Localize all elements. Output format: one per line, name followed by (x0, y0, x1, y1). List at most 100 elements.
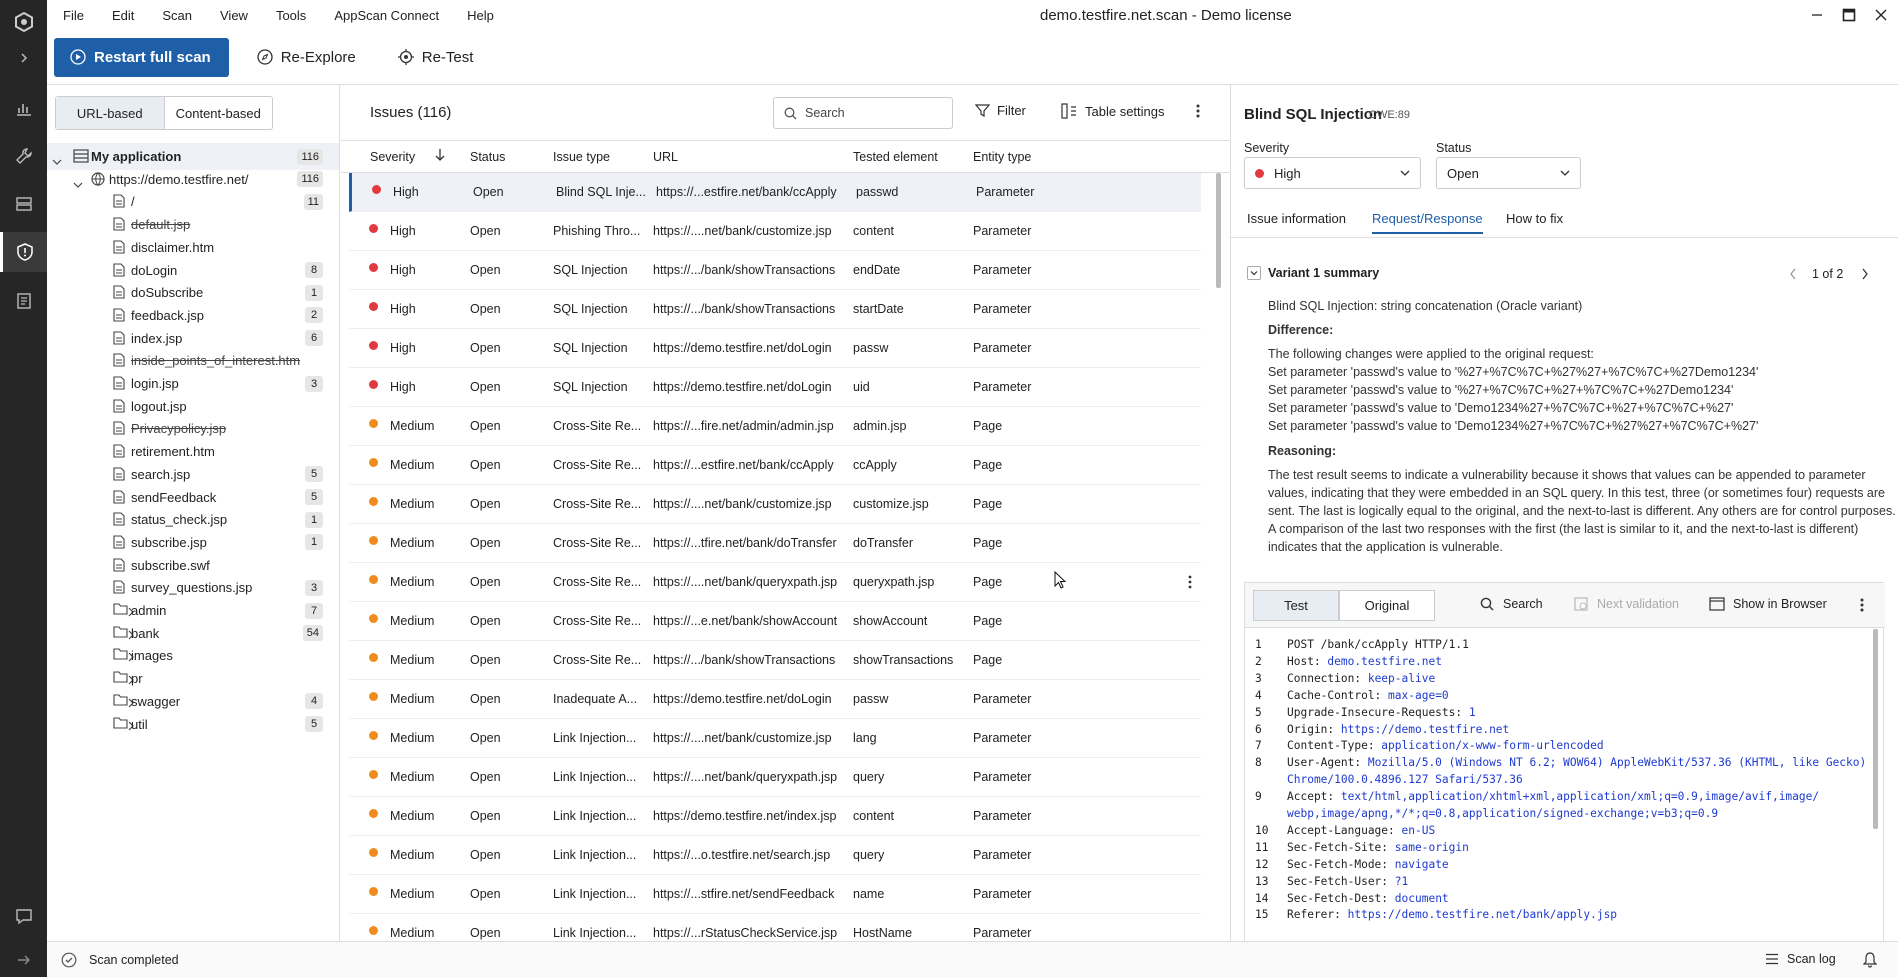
request-scrollbar[interactable] (1873, 629, 1878, 829)
file-icon (113, 262, 125, 280)
re-test-button[interactable]: Re-Test (384, 38, 488, 77)
collapse-variant-icon[interactable] (1247, 266, 1261, 280)
expand-nav-icon[interactable] (0, 38, 47, 78)
tab-test-label: Test (1284, 598, 1308, 613)
issue-row[interactable]: Medium Open Cross-Site Re... https://....ne… (349, 485, 1201, 524)
issue-row[interactable]: Medium Open Cross-Site Re... https://.../ba… (349, 641, 1201, 680)
menu-view[interactable]: View (220, 8, 248, 23)
request-search-button[interactable]: Search (1480, 597, 1543, 611)
menu-appscan-connect[interactable]: AppScan Connect (334, 8, 439, 23)
header-value: Mozilla/5.0 (Windows NT 6.2; WOW64) Appl… (1367, 756, 1867, 770)
cell-issue-type: Cross-Site Re... (553, 614, 642, 628)
tab-test[interactable]: Test (1253, 590, 1339, 621)
chevron-left-icon[interactable] (1789, 268, 1797, 280)
tree-item-label: images (131, 648, 173, 664)
issue-row[interactable]: Medium Open Link Injection... https://demo.… (349, 797, 1201, 836)
chat-icon[interactable] (0, 896, 47, 936)
tab-original[interactable]: Original (1339, 590, 1435, 621)
col-entity-type[interactable]: Entity type (973, 150, 1031, 164)
close-window-icon[interactable] (1866, 3, 1896, 27)
report-clipboard-icon[interactable] (0, 280, 47, 320)
minimize-icon[interactable] (1802, 3, 1832, 27)
notification-bell-icon[interactable] (1863, 952, 1877, 968)
file-icon (113, 217, 125, 234)
tree-item-label: Privacypolicy.jsp (131, 421, 227, 437)
tab-content-based[interactable]: Content-based (165, 97, 273, 129)
show-in-browser-button[interactable]: Show in Browser (1709, 597, 1827, 611)
change-line: Set parameter 'passwd's value to '%27+%7… (1268, 383, 1734, 397)
cell-status: Open (470, 458, 501, 472)
tab-how-to-fix[interactable]: How to fix (1506, 211, 1563, 232)
server-icon[interactable] (0, 184, 47, 224)
mouse-cursor-icon (1054, 571, 1067, 589)
re-explore-button[interactable]: Re-Explore (243, 38, 370, 77)
menu-tools[interactable]: Tools (276, 8, 306, 23)
scan-log-button[interactable]: Scan log (1765, 952, 1836, 966)
restart-full-scan-button[interactable]: Restart full scan (54, 37, 229, 77)
tab-issue-information[interactable]: Issue information (1247, 211, 1346, 232)
menu-scan[interactable]: Scan (162, 8, 192, 23)
issue-row[interactable]: Medium Open Cross-Site Re... https://....ne… (349, 563, 1201, 602)
sign-out-icon[interactable] (0, 940, 47, 980)
issue-row[interactable]: Medium Open Cross-Site Re... https://...est… (349, 446, 1201, 485)
issue-row[interactable]: Medium Open Inadequate A... https://demo.te… (349, 680, 1201, 719)
status-select[interactable]: Open (1436, 157, 1581, 189)
issues-search-input[interactable]: Search (773, 97, 953, 129)
issue-row[interactable]: Medium Open Link Injection... https://...rS… (349, 914, 1201, 941)
request-more-icon[interactable] (1860, 597, 1864, 616)
tree-folder[interactable]: util 5 (47, 711, 339, 738)
window-title: demo.testfire.net.scan - Demo license (1040, 7, 1292, 24)
col-status[interactable]: Status (470, 150, 505, 164)
menu-file[interactable]: File (63, 8, 84, 23)
col-severity[interactable]: Severity (370, 150, 415, 164)
file-icon (113, 240, 125, 257)
issues-shield-icon[interactable] (0, 232, 47, 272)
tab-request-response[interactable]: Request/Response (1372, 211, 1483, 234)
issue-row[interactable]: High Open Blind SQL Inje... https://...estf… (349, 173, 1201, 212)
issue-row[interactable]: High Open Phishing Thro... https://....net/… (349, 212, 1201, 251)
issue-row[interactable]: Medium Open Link Injection... https://...st… (349, 875, 1201, 914)
tab-url-based[interactable]: URL-based (56, 97, 165, 129)
filter-button[interactable]: Filter (975, 103, 1026, 118)
issue-row[interactable]: High Open SQL Injection https://.../bank/sh… (349, 290, 1201, 329)
issue-row[interactable]: High Open SQL Injection https://demo.testfi… (349, 368, 1201, 407)
issue-row[interactable]: Medium Open Link Injection... https://...o.… (349, 836, 1201, 875)
issue-row[interactable]: Medium Open Cross-Site Re... https://...fir… (349, 407, 1201, 446)
cell-issue-type: SQL Injection (553, 380, 628, 394)
cell-status: Open (470, 731, 501, 745)
cell-issue-type: Link Injection... (553, 809, 637, 823)
cell-url: https://....net/bank/customize.jsp (653, 224, 832, 238)
issue-row[interactable]: Medium Open Cross-Site Re... https://...e.n… (349, 602, 1201, 641)
issue-row[interactable]: Medium Open Link Injection... https://....n… (349, 758, 1201, 797)
next-validation-label: Next validation (1597, 597, 1679, 611)
cell-tested-element: passw (853, 341, 889, 355)
col-issue-type[interactable]: Issue type (553, 150, 610, 164)
cell-tested-element: passw (853, 692, 889, 706)
issue-row[interactable]: Medium Open Link Injection... https://....n… (349, 719, 1201, 758)
issues-more-icon[interactable] (1196, 103, 1200, 122)
row-more-icon[interactable] (1188, 575, 1192, 592)
issues-scrollbar[interactable] (1216, 173, 1221, 288)
issue-row[interactable]: High Open SQL Injection https://.../bank/sh… (349, 251, 1201, 290)
wrench-icon[interactable] (0, 136, 47, 176)
tree-item-label: feedback.jsp (131, 307, 204, 323)
chevron-right-icon[interactable] (1861, 268, 1869, 280)
tree-item-label: disclaimer.htm (131, 239, 215, 255)
dashboard-chart-icon[interactable] (0, 88, 47, 128)
maximize-icon[interactable] (1834, 3, 1864, 27)
next-validation-button[interactable]: Next validation (1574, 597, 1679, 611)
menu-help[interactable]: Help (467, 8, 494, 23)
issue-row[interactable]: Medium Open Cross-Site Re... https://...tfi… (349, 524, 1201, 563)
col-tested-element[interactable]: Tested element (853, 150, 938, 164)
col-url[interactable]: URL (653, 150, 678, 164)
cell-tested-element: customize.jsp (853, 497, 929, 511)
chevron-down-icon (1560, 170, 1570, 176)
issue-row[interactable]: High Open SQL Injection https://demo.testfi… (349, 329, 1201, 368)
cell-url: https://....net/bank/queryxpath.jsp (653, 770, 838, 784)
tree-item-label: swagger (131, 693, 181, 709)
menu-edit[interactable]: Edit (112, 8, 134, 23)
severity-select[interactable]: High (1244, 157, 1421, 189)
cell-status: Open (470, 614, 501, 628)
sort-down-icon[interactable] (434, 148, 446, 165)
table-settings-button[interactable]: Table settings (1061, 103, 1165, 119)
